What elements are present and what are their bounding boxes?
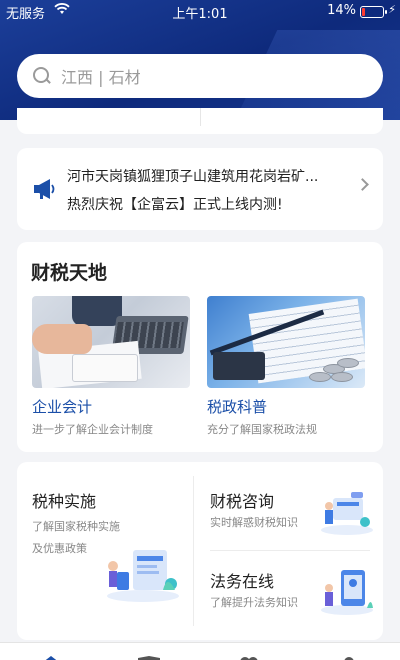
- search-placeholder: 江西 | 石材: [61, 68, 141, 87]
- service-description: 了解提升法务知识: [210, 596, 298, 609]
- tile-title: 税政科普: [207, 398, 268, 416]
- service-tab-icon[interactable]: [238, 651, 260, 660]
- divider: [200, 108, 201, 126]
- service-description: 实时解惑财税知识: [210, 516, 298, 529]
- tile-title: 企业会计: [32, 398, 93, 416]
- service-title: 财税咨询: [210, 492, 275, 511]
- top-shortcut-card: [17, 108, 383, 134]
- charging-icon: ⚡: [388, 3, 396, 16]
- news-tab-icon[interactable]: [138, 651, 160, 660]
- megaphone-icon: [33, 178, 57, 200]
- tax-illustration-icon: [103, 544, 183, 608]
- notice-subline: 热烈庆祝【企富云】正式上线内测!: [67, 197, 283, 213]
- tile-enterprise-accounting[interactable]: 企业会计 进一步了解企业会计制度: [32, 296, 190, 437]
- tile-description: 进一步了解企业会计制度: [32, 423, 153, 436]
- battery-percentage: 14%: [327, 3, 356, 18]
- search-bar[interactable]: 江西 | 石材: [17, 54, 383, 98]
- services-section: 税种实施 了解国家税种实施 及优惠政策 财税咨询 实时解惑财税知识 法务在线 了…: [17, 462, 383, 640]
- tile-tax-policy[interactable]: 税政科普 充分了解国家税政法规: [207, 296, 365, 437]
- notice-banner[interactable]: 河市天岗镇狐狸顶子山建筑用花岗岩矿... 热烈庆祝【企富云】正式上线内测!: [17, 148, 383, 230]
- home-tab-icon[interactable]: [38, 651, 64, 660]
- section-title: 财税天地: [31, 262, 108, 284]
- bottom-tab-bar: [0, 642, 400, 660]
- tile-description: 充分了解国家税政法规: [207, 423, 317, 436]
- service-title: 法务在线: [210, 572, 275, 591]
- divider: [210, 550, 370, 551]
- service-title: 税种实施: [32, 492, 97, 511]
- service-description: 了解国家税种实施: [32, 520, 120, 533]
- consulting-illustration-icon: [317, 486, 375, 540]
- battery-icon: [360, 6, 387, 18]
- status-bar: 无服务 上午1:01 14% ⚡: [0, 0, 400, 24]
- tax-form-photo: [207, 296, 365, 388]
- profile-tab-icon[interactable]: [342, 651, 356, 660]
- chevron-right-icon: [356, 178, 369, 191]
- service-description: 及优惠政策: [32, 542, 87, 555]
- accounting-photo: [32, 296, 190, 388]
- legal-illustration-icon: [317, 566, 375, 620]
- search-icon: [33, 67, 51, 85]
- finance-section: 财税天地 企业会计 进一步了解企业会计制度 税政科普 充分了解国家税政法规: [17, 242, 383, 452]
- divider: [193, 476, 194, 626]
- notice-headline: 河市天岗镇狐狸顶子山建筑用花岗岩矿...: [67, 169, 319, 185]
